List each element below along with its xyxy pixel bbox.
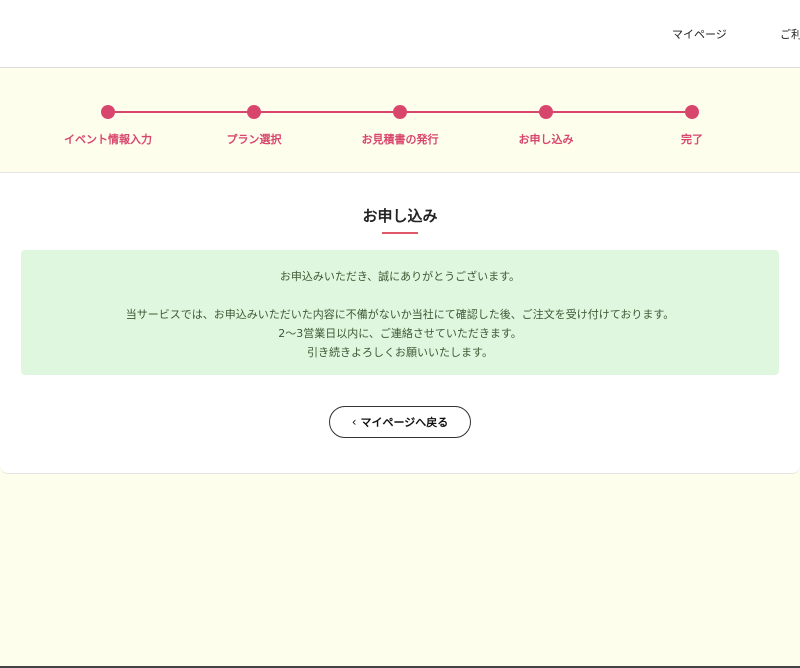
nav-mypage-link[interactable]: マイページ — [672, 26, 727, 42]
progress-stepper: イベント情報入力 プラン選択 お見積書の発行 お申し込み 完了 — [0, 68, 800, 172]
content-card: お申し込み お申込みいただき、誠にありがとうございます。 当サービスでは、お申込… — [0, 172, 800, 474]
message-line-thanks: お申込みいただき、誠にありがとうございます。 — [279, 270, 521, 283]
step-label-plan: プラン選択 — [226, 133, 282, 146]
step-dot-event-info — [101, 105, 115, 119]
step-dot-complete — [685, 105, 699, 119]
back-to-mypage-button[interactable]: ‹ マイページへ戻る — [329, 406, 471, 438]
step-label-complete: 完了 — [681, 133, 703, 146]
chevron-left-icon: ‹ — [351, 415, 357, 429]
step-label-application: お申し込み — [518, 133, 574, 146]
page-title: お申し込み — [362, 207, 438, 225]
message-line-review: 当サービスでは、お申込みいただいた内容に不備がないか当社にて確認した後、ご注文を… — [125, 308, 675, 321]
site-header: マイページ ご利 — [0, 0, 800, 68]
step-label-event-info: イベント情報入力 — [64, 133, 152, 146]
step-dot-plan — [247, 105, 261, 119]
message-line-regards: 引き続きよろしくお願いいたします。 — [307, 346, 493, 359]
title-underline — [382, 232, 418, 234]
step-dot-estimate — [393, 105, 407, 119]
thank-you-message: お申込みいただき、誠にありがとうございます。 当サービスでは、お申込みいただいた… — [21, 250, 779, 375]
step-dot-application — [539, 105, 553, 119]
step-label-estimate: お見積書の発行 — [361, 133, 439, 146]
message-line-contact: 2〜3営業日以内に、ご連絡させていただきます。 — [278, 327, 522, 340]
back-button-label: マイページへ戻る — [360, 416, 449, 429]
nav-usage-link[interactable]: ご利 — [780, 26, 800, 42]
